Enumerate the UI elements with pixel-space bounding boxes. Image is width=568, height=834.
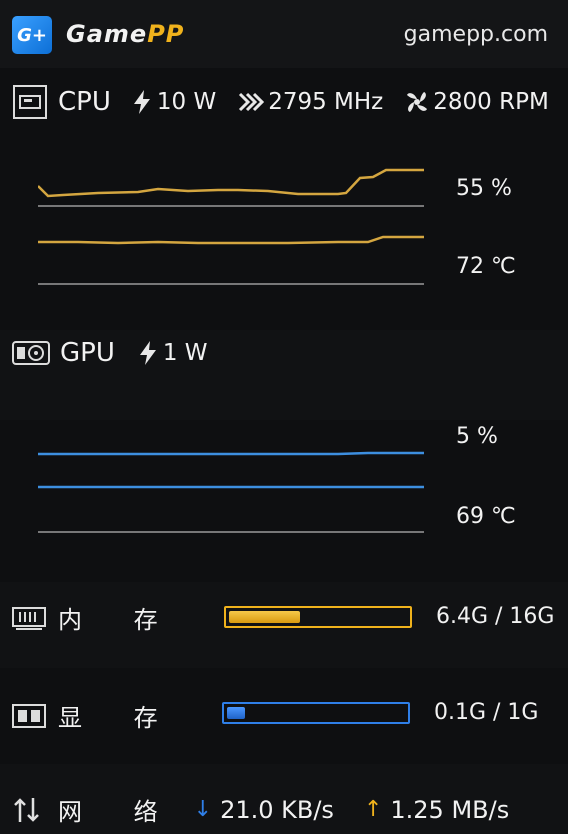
download-arrow-icon: ↓: [193, 797, 213, 822]
gpu-usage-value: 5 %: [456, 424, 498, 449]
website-link[interactable]: gamepp.com: [404, 22, 548, 47]
gpu-card-icon: [12, 341, 50, 365]
vram-header: 显 存: [12, 698, 180, 733]
network-label: 网 络: [58, 798, 180, 826]
cpu-power-value: 10 W: [156, 89, 217, 115]
vram-usage-fill: [227, 707, 245, 719]
memory-stick-icon: [12, 606, 46, 630]
app-name: GamePP: [66, 20, 185, 48]
gpu-label: GPU: [60, 338, 115, 368]
cpu-temp-line: [38, 235, 424, 245]
cpu-chip-icon: [13, 85, 47, 119]
network-arrows-icon: [14, 797, 39, 822]
fan-icon: [407, 92, 428, 112]
memory-label: 内 存: [58, 606, 180, 634]
cpu-usage-graph: [38, 168, 424, 207]
cpu-fan-value: 2800 RPM: [433, 89, 549, 115]
power-bolt-icon: [139, 341, 156, 365]
gpu-panel-header: GPU 1 W: [0, 330, 568, 420]
gpu-temp-graph: [38, 485, 424, 533]
memory-usage-value: 6.4G / 16G: [436, 604, 555, 629]
cpu-usage-line: [38, 168, 424, 198]
cpu-label: CPU: [58, 87, 111, 117]
gamepp-logo-icon: G+: [12, 16, 52, 54]
cpu-header: CPU 10 W 2795 MHz 2800 RPM: [12, 84, 549, 120]
cpu-usage-value: 55 %: [456, 176, 512, 201]
vram-icon: [12, 703, 46, 728]
cpu-temp-value: 72 ℃: [456, 254, 516, 279]
gpu-temp-value: 69 ℃: [456, 504, 516, 529]
download-speed: 21.0 KB/s: [220, 795, 334, 824]
memory-usage-fill: [229, 611, 300, 623]
cpu-clock-value: 2795 MHz: [268, 89, 384, 115]
memory-header: 内 存: [12, 600, 180, 635]
vram-usage-value: 0.1G / 1G: [434, 700, 539, 725]
network-row: 网 络 ↓ 21.0 KB/s ↑ 1.25 MB/s: [12, 792, 509, 827]
vram-panel: 显 存 0.1G / 1G: [0, 668, 568, 764]
cpu-panel: CPU 10 W 2795 MHz 2800 RPM 55 % 72 ℃: [0, 68, 568, 330]
gpu-power-value: 1 W: [162, 340, 208, 366]
vram-label: 显 存: [58, 704, 180, 732]
gpu-graph-panel: 5 % 69 ℃: [0, 420, 568, 582]
gpu-header: GPU 1 W: [12, 338, 208, 368]
gpu-usage-line: [38, 451, 424, 456]
title-bar: G+ GamePP gamepp.com: [0, 0, 568, 68]
upload-arrow-icon: ↑: [363, 797, 383, 822]
network-panel: 网 络 ↓ 21.0 KB/s ↑ 1.25 MB/s: [0, 764, 568, 834]
vram-usage-bar: [222, 702, 410, 724]
memory-usage-bar: [224, 606, 412, 628]
memory-panel: 内 存 6.4G / 16G: [0, 582, 568, 668]
upload-speed: 1.25 MB/s: [390, 795, 510, 824]
cpu-temp-graph: [38, 235, 424, 285]
clock-speed-icon: [239, 92, 265, 112]
power-bolt-icon: [133, 90, 150, 114]
